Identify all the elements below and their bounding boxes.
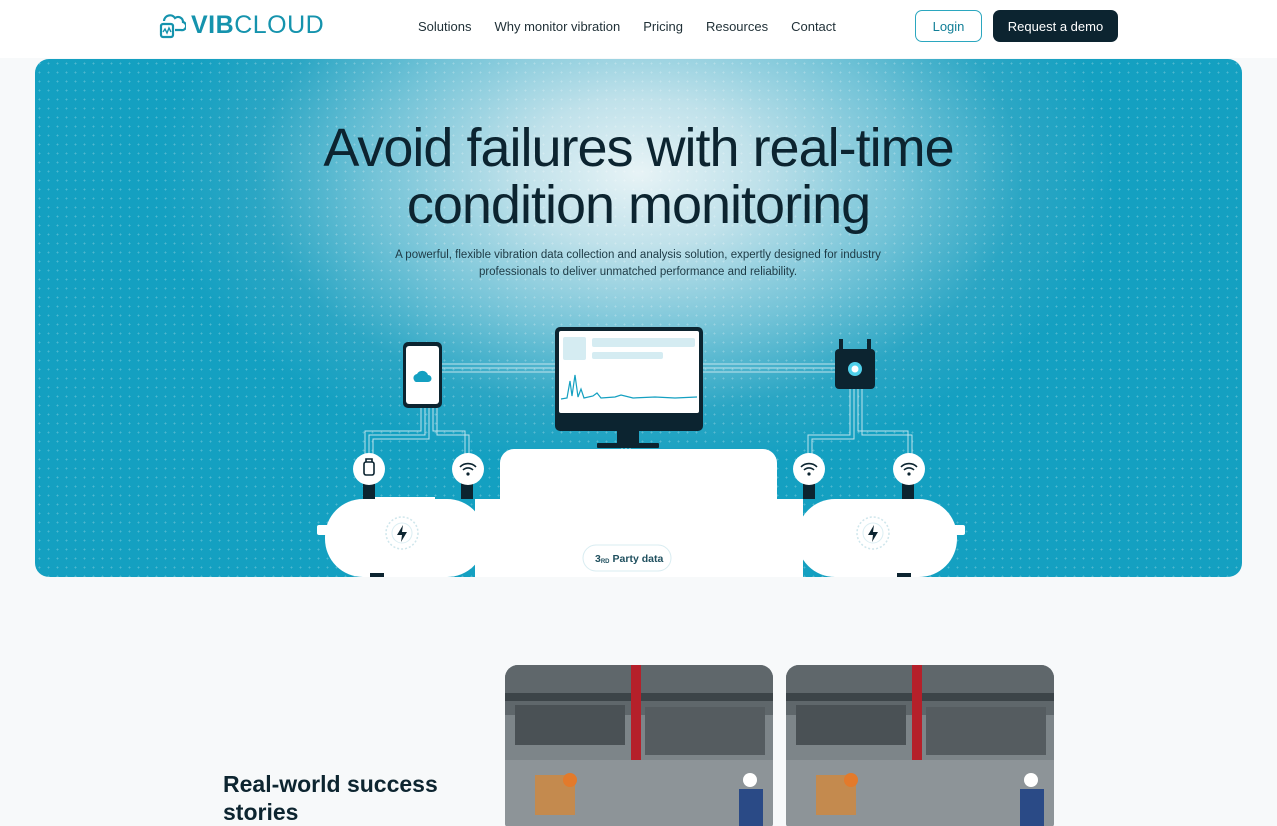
nav-links: Solutions Why monitor vibration Pricing … [418, 19, 836, 34]
phone-cloud-icon [403, 342, 442, 408]
story-card[interactable] [505, 665, 773, 826]
request-demo-button[interactable]: Request a demo [993, 10, 1118, 42]
nav-link-resources[interactable]: Resources [706, 19, 768, 34]
monitoring-illustration: 3RD Party data [317, 327, 965, 577]
wifi-icon [893, 453, 925, 499]
success-stories-title: Real-world success stories [223, 771, 438, 825]
monitor-chart-icon [555, 327, 703, 448]
factory-workers-photo [786, 665, 1054, 826]
cloud-vibration-logo-icon [159, 14, 186, 39]
brand-name: VIBCLOUD [191, 11, 325, 39]
brand-logo[interactable]: VIBCLOUD [159, 12, 324, 39]
lightning-icon [856, 516, 890, 550]
third-party-sup: RD [601, 559, 610, 565]
wifi-icon [793, 453, 825, 499]
top-nav: VIBCLOUD Solutions Why monitor vibration… [0, 0, 1277, 58]
hero-section: Avoid failures with real-time condition … [35, 59, 1242, 577]
factory-workers-photo [505, 665, 773, 826]
third-party-label: Party data [613, 553, 664, 565]
wifi-icon [452, 453, 484, 499]
nav-link-contact[interactable]: Contact [791, 19, 836, 34]
gateway-device-icon [835, 339, 875, 389]
story-card[interactable] [786, 665, 1054, 826]
sensor-icon [353, 453, 385, 499]
nav-link-pricing[interactable]: Pricing [643, 19, 683, 34]
third-party-data-pill: 3RD Party data [582, 544, 672, 572]
login-button[interactable]: Login [915, 10, 982, 42]
nav-link-why-monitor[interactable]: Why monitor vibration [494, 19, 620, 34]
lightning-icon [385, 516, 419, 550]
nav-link-solutions[interactable]: Solutions [418, 19, 471, 34]
